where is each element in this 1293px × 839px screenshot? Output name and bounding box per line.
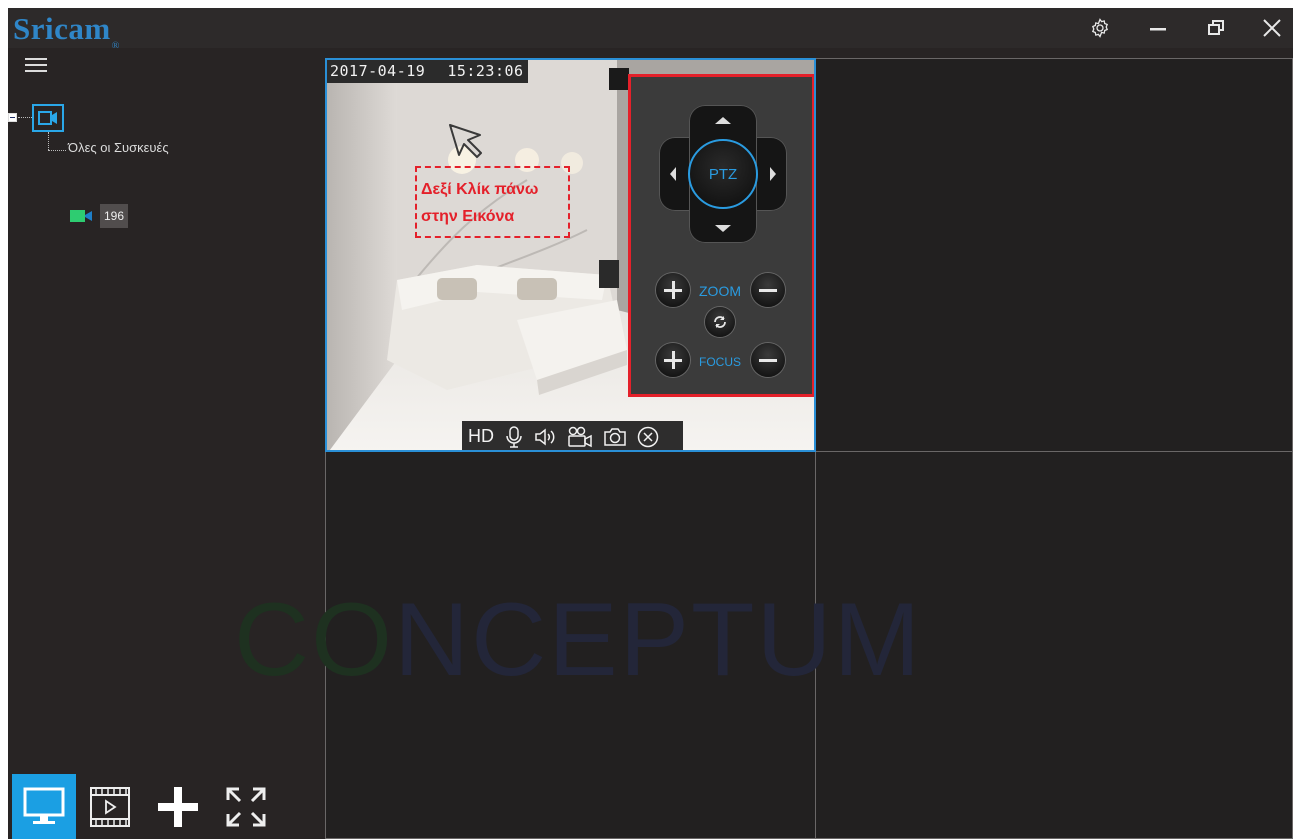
camera-icon bbox=[70, 210, 92, 222]
playback-film-icon[interactable] bbox=[76, 774, 144, 839]
ptz-right-icon[interactable] bbox=[770, 167, 776, 181]
sidebar: Όλες οι Συσκευές 196 bbox=[8, 48, 325, 839]
ptz-left-icon[interactable] bbox=[670, 167, 676, 181]
close-icon[interactable] bbox=[1255, 12, 1289, 44]
ptz-panel: PTZ ZOOM FOCUS bbox=[628, 74, 814, 397]
tree-group-all-devices[interactable]: Όλες οι Συσκευές bbox=[68, 140, 169, 155]
fullscreen-icon[interactable] bbox=[212, 774, 280, 839]
bottom-toolbar bbox=[12, 774, 280, 839]
video-cell-2[interactable] bbox=[815, 58, 1293, 452]
focus-out-button[interactable] bbox=[751, 343, 785, 377]
tree-device-item[interactable]: 196 bbox=[70, 204, 129, 228]
annotation-line: στην Εικόνα bbox=[421, 208, 515, 225]
app-window: Sricam® Όλες οι Συσκευές 196 2017-04-19 … bbox=[8, 8, 1293, 839]
focus-label: FOCUS bbox=[699, 355, 741, 369]
microphone-icon[interactable] bbox=[502, 421, 526, 450]
hamburger-menu-icon[interactable] bbox=[25, 58, 47, 74]
ptz-down-icon[interactable] bbox=[715, 225, 731, 232]
record-video-icon[interactable] bbox=[564, 421, 596, 450]
video-cell-4[interactable] bbox=[815, 451, 1293, 839]
app-logo: Sricam® bbox=[13, 11, 120, 52]
video-timestamp: 2017-04-19 15:23:06 bbox=[327, 60, 528, 83]
zoom-out-button[interactable] bbox=[751, 273, 785, 307]
ptz-center-button[interactable]: PTZ bbox=[688, 139, 758, 209]
add-icon[interactable] bbox=[144, 774, 212, 839]
tree-connector bbox=[48, 132, 49, 150]
settings-icon[interactable] bbox=[1083, 12, 1117, 44]
restore-icon[interactable] bbox=[1199, 12, 1233, 44]
video-toolbar: HD bbox=[462, 421, 683, 450]
close-stream-icon[interactable] bbox=[634, 421, 662, 450]
speaker-icon[interactable] bbox=[530, 421, 560, 450]
mouse-pointer-icon bbox=[449, 124, 482, 158]
ptz-direction-pad: PTZ bbox=[659, 105, 787, 243]
video-grid: 2017-04-19 15:23:06 Δεξί Κλίκ πάνω στην Ε… bbox=[325, 48, 1293, 839]
zoom-in-button[interactable] bbox=[656, 273, 690, 307]
tree-collapse-toggle[interactable] bbox=[8, 113, 17, 122]
annotation-line: Δεξί Κλίκ πάνω bbox=[421, 181, 539, 198]
tree-connector bbox=[18, 117, 32, 118]
video-cell-3[interactable] bbox=[325, 451, 816, 839]
camera-icon[interactable] bbox=[32, 104, 64, 132]
hd-toggle-button[interactable]: HD bbox=[468, 421, 494, 450]
title-bar: Sricam® bbox=[8, 8, 1293, 52]
ptz-reset-icon[interactable] bbox=[705, 307, 735, 337]
minimize-icon[interactable] bbox=[1141, 12, 1175, 44]
monitor-icon[interactable] bbox=[12, 774, 76, 839]
video-cell-1[interactable]: 2017-04-19 15:23:06 Δεξί Κλίκ πάνω στην Ε… bbox=[325, 58, 816, 452]
tree-connector bbox=[48, 150, 66, 151]
ptz-up-icon[interactable] bbox=[715, 117, 731, 124]
zoom-label: ZOOM bbox=[699, 283, 741, 299]
device-label: 196 bbox=[100, 204, 129, 228]
focus-in-button[interactable] bbox=[656, 343, 690, 377]
annotation-box: Δεξί Κλίκ πάνω στην Εικόνα bbox=[415, 166, 570, 238]
snapshot-camera-icon[interactable] bbox=[600, 421, 630, 450]
